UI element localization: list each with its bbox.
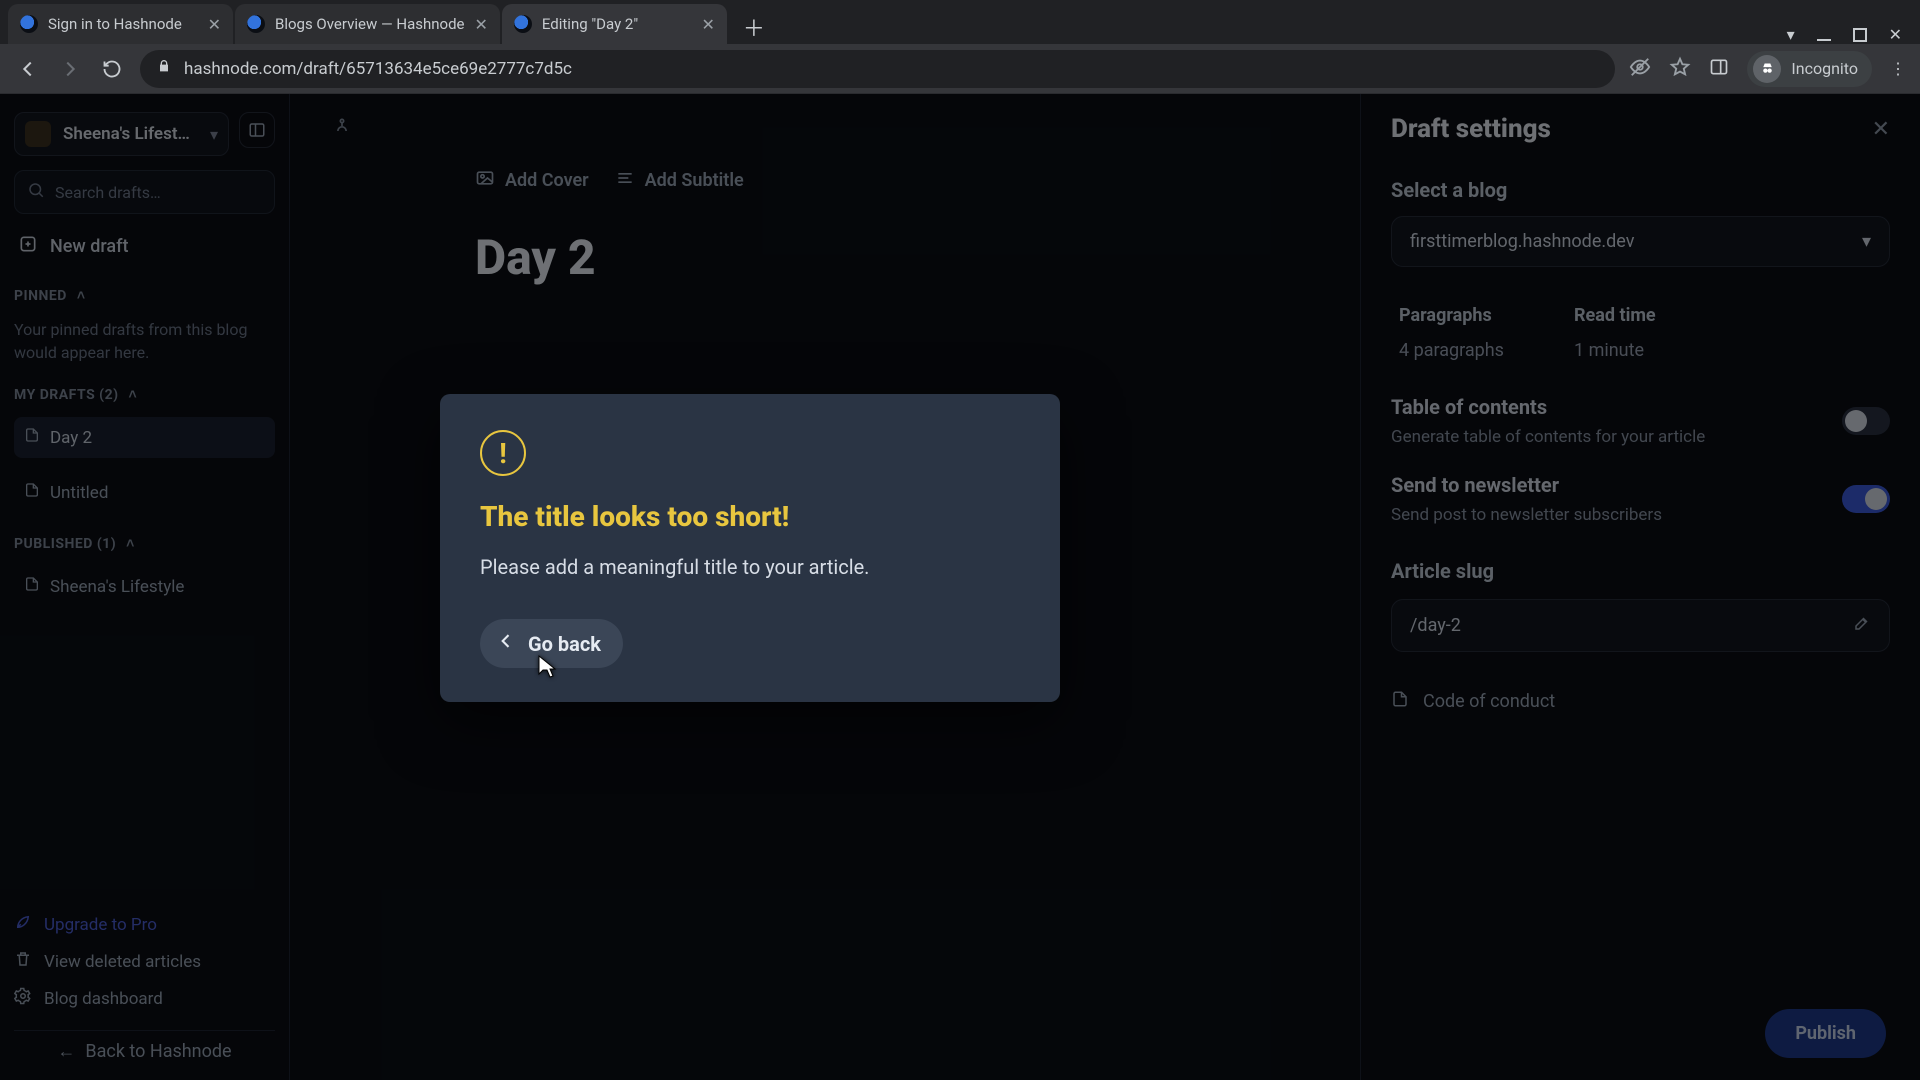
maximize-icon[interactable] (1853, 28, 1867, 42)
browser-tab[interactable]: Sign in to Hashnode ✕ (8, 4, 233, 44)
kebab-menu-icon[interactable]: ⋮ (1890, 59, 1906, 78)
tab-title: Blogs Overview — Hashnode (275, 15, 465, 33)
incognito-indicator[interactable]: Incognito (1747, 51, 1872, 87)
lock-icon (156, 58, 172, 79)
browser-tab-active[interactable]: Editing "Day 2" ✕ (502, 4, 727, 44)
go-back-label: Go back (528, 632, 601, 656)
reload-button[interactable] (98, 55, 126, 83)
star-icon[interactable] (1669, 56, 1691, 82)
tab-title: Editing "Day 2" (542, 15, 692, 33)
back-button[interactable] (14, 55, 42, 83)
chevron-down-icon[interactable]: ▾ (1787, 25, 1795, 44)
browser-toolbar: hashnode.com/draft/65713634e5ce69e2777c7… (0, 44, 1920, 94)
window-close-icon[interactable]: ✕ (1889, 25, 1902, 44)
warning-icon: ! (480, 430, 526, 476)
incognito-icon (1753, 55, 1781, 83)
title-warning-modal: ! The title looks too short! Please add … (440, 394, 1060, 702)
close-icon[interactable]: ✕ (208, 15, 221, 34)
new-tab-button[interactable]: ＋ (737, 10, 771, 44)
hashnode-favicon (514, 15, 532, 33)
url-text: hashnode.com/draft/65713634e5ce69e2777c7… (184, 59, 1599, 79)
address-bar[interactable]: hashnode.com/draft/65713634e5ce69e2777c7… (140, 50, 1615, 88)
browser-tabstrip: Sign in to Hashnode ✕ Blogs Overview — H… (0, 0, 1920, 44)
tab-title: Sign in to Hashnode (48, 15, 198, 33)
hashnode-favicon (247, 15, 265, 33)
modal-body: Please add a meaningful title to your ar… (480, 555, 1020, 579)
eye-off-icon[interactable] (1629, 56, 1651, 82)
modal-title: The title looks too short! (480, 500, 1020, 533)
window-controls: ▾ ✕ (1787, 25, 1912, 44)
go-back-button[interactable]: Go back (480, 619, 623, 668)
close-icon[interactable]: ✕ (702, 15, 715, 34)
hashnode-favicon (20, 15, 38, 33)
app-root: Sheena's Lifest… ▾ Search drafts… New dr… (0, 94, 1920, 1080)
forward-button[interactable] (56, 55, 84, 83)
minimize-icon[interactable] (1817, 28, 1831, 42)
close-icon[interactable]: ✕ (475, 15, 488, 34)
incognito-label: Incognito (1791, 59, 1858, 78)
browser-tab[interactable]: Blogs Overview — Hashnode ✕ (235, 4, 500, 44)
chevron-left-icon (496, 631, 516, 656)
panel-icon[interactable] (1709, 57, 1729, 81)
